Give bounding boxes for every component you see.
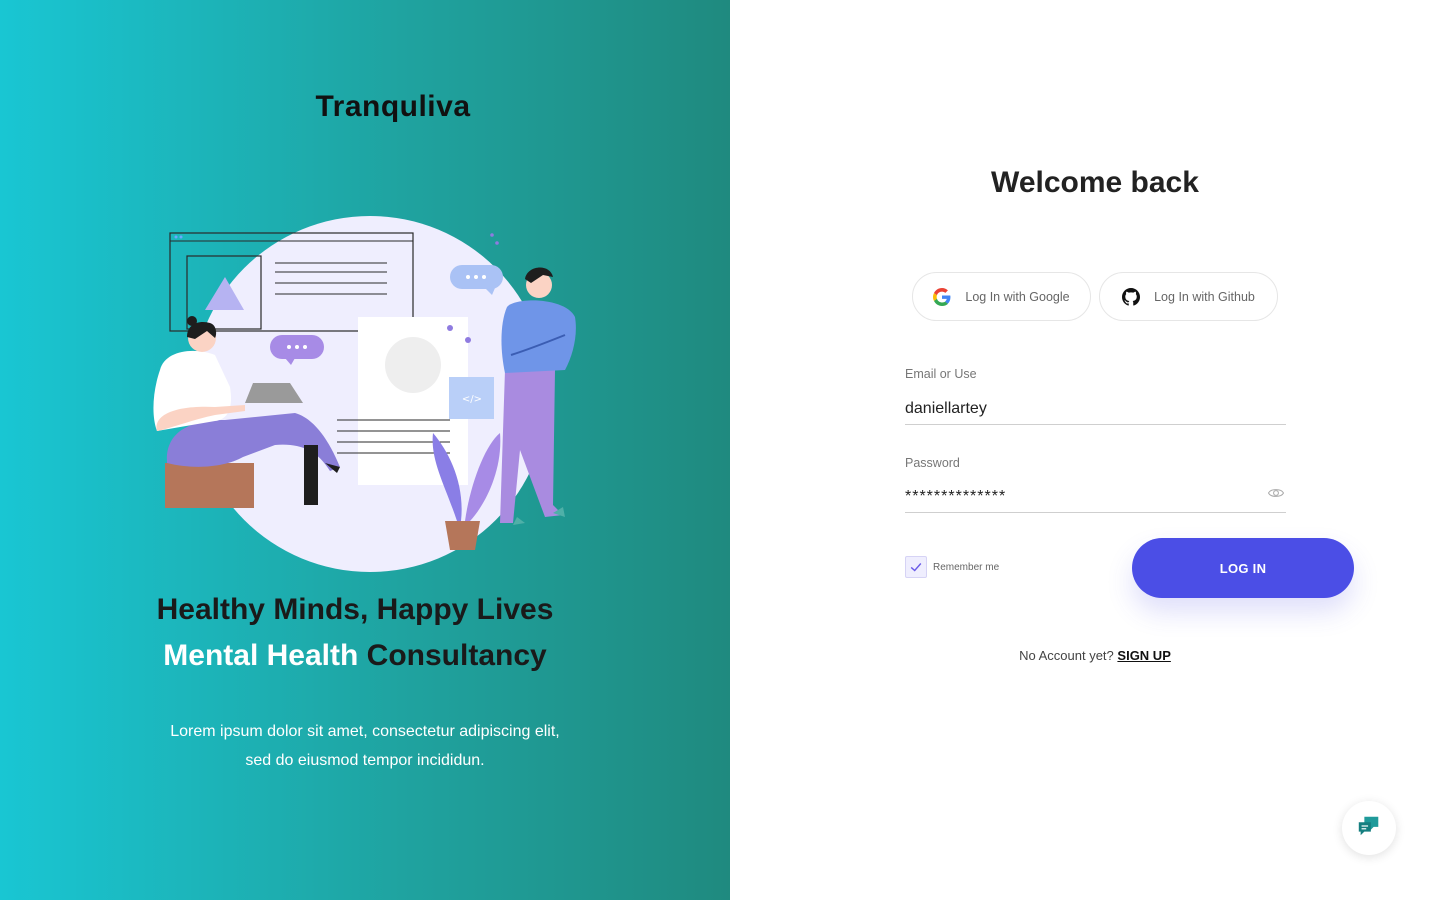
page-title: Welcome back <box>991 166 1199 199</box>
email-field[interactable] <box>905 393 1286 425</box>
google-login-label: Log In with Google <box>965 289 1070 304</box>
chat-widget-button[interactable] <box>1342 801 1396 855</box>
remember-me-checkbox[interactable] <box>905 556 927 578</box>
brand-logo-text: Tranquliva <box>315 90 471 123</box>
email-label: Email or Use <box>905 367 977 381</box>
hero-headline-part3: Consultancy <box>366 639 547 672</box>
code-glyph: </> <box>462 394 482 405</box>
github-icon <box>1122 287 1141 306</box>
signup-link[interactable]: SIGN UP <box>1117 648 1170 663</box>
signup-prompt: No Account yet? SIGN UP <box>730 648 1440 663</box>
hero-headline: Healthy Minds, Happy Lives Mental Health… <box>150 587 560 679</box>
hero-headline-part1: Healthy Minds, Happy Lives <box>156 593 554 626</box>
password-field[interactable] <box>905 481 1286 513</box>
login-button[interactable]: LOG IN <box>1132 538 1354 598</box>
hero-illustration: </> <box>153 216 576 572</box>
hero-subtext: Lorem ipsum dolor sit amet, consectetur … <box>170 723 560 769</box>
password-label: Password <box>905 456 960 470</box>
github-login-button[interactable]: Log In with Github <box>1099 272 1278 321</box>
remember-me[interactable]: Remember me <box>905 556 999 578</box>
google-icon <box>933 287 951 306</box>
remember-me-label: Remember me <box>933 561 1000 573</box>
no-account-text: No Account yet? <box>1019 648 1114 663</box>
chat-icon <box>1356 813 1382 844</box>
github-login-label: Log In with Github <box>1154 289 1255 304</box>
hero-panel: Tranquliva </> Healthy Minds, Happy Live… <box>0 0 730 900</box>
google-login-button[interactable]: Log In with Google <box>912 272 1091 321</box>
eye-icon[interactable] <box>1267 484 1285 502</box>
hero-headline-highlight: Mental Health <box>163 639 359 672</box>
check-icon <box>910 563 922 572</box>
login-panel: Welcome back Log In with Google Log In w… <box>730 0 1440 900</box>
